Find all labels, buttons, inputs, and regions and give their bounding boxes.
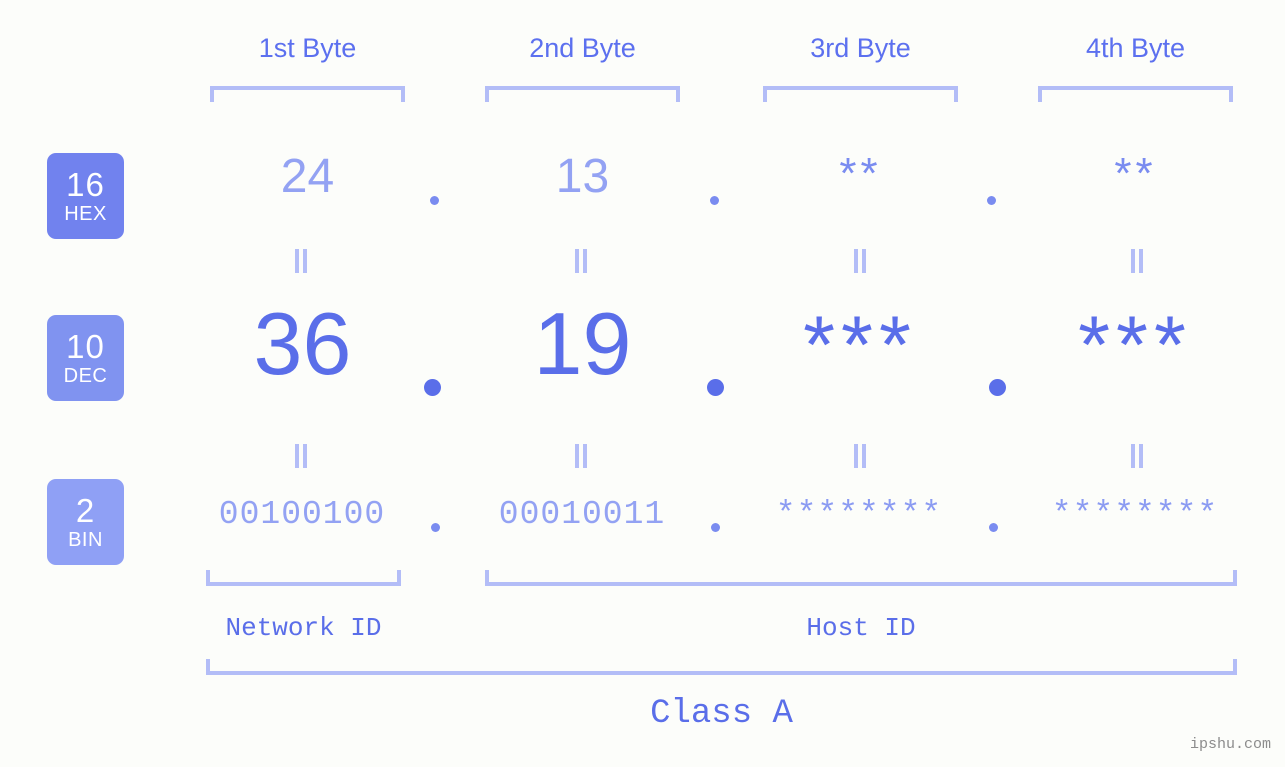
byte-header-1: 1st Byte [258, 33, 357, 63]
class-bracket [206, 659, 1237, 675]
hex-separator-1 [430, 196, 439, 205]
byte-header-3: 3rd Byte [810, 33, 911, 63]
hex-byte-3-value: ** [839, 149, 882, 198]
equals-mark-dec-bin-4 [1130, 444, 1144, 468]
dec-byte-3-value: *** [803, 300, 917, 391]
equals-mark-hex-dec-4 [1130, 249, 1144, 273]
radix-badge-bin: 2 BIN [47, 479, 124, 565]
watermark: ipshu.com [1189, 736, 1271, 753]
bin-byte-4-value: ******** [1051, 496, 1219, 533]
hex-byte-1-value: 24 [280, 150, 335, 203]
dec-byte-4-value: *** [1078, 300, 1192, 391]
radix-badge-dec-number: 10 [66, 328, 105, 365]
equals-mark-dec-bin-2 [574, 444, 588, 468]
hex-separator-3 [987, 196, 996, 205]
byte-bracket-4 [1038, 86, 1233, 102]
radix-badge-hex-name: HEX [64, 203, 107, 225]
equals-mark-hex-dec-1 [294, 249, 308, 273]
hex-separator-2 [710, 196, 719, 205]
hex-byte-2-value: 13 [555, 150, 610, 203]
radix-badge-bin-name: BIN [68, 529, 103, 551]
equals-mark-hex-dec-2 [574, 249, 588, 273]
bin-byte-3-value: ******** [775, 496, 943, 533]
dec-byte-1-value: 36 [253, 294, 352, 393]
equals-mark-dec-bin-3 [853, 444, 867, 468]
byte-bracket-3 [763, 86, 958, 102]
bin-byte-2-value: 00010011 [498, 496, 666, 533]
host-id-label: Host ID [806, 613, 916, 643]
ip-byte-breakdown-diagram: 1st Byte 2nd Byte 3rd Byte 4th Byte 16 H… [0, 0, 1285, 767]
byte-header-2: 2nd Byte [529, 33, 636, 63]
equals-mark-dec-bin-1 [294, 444, 308, 468]
radix-badge-hex: 16 HEX [47, 153, 124, 239]
radix-badge-hex-number: 16 [66, 166, 105, 203]
dec-separator-3 [989, 379, 1006, 396]
class-label: Class A [650, 695, 793, 733]
radix-badge-bin-number: 2 [75, 492, 96, 529]
bin-separator-1 [431, 523, 440, 532]
radix-badge-dec-name: DEC [63, 365, 108, 387]
bin-separator-2 [711, 523, 720, 532]
hex-byte-4-value: ** [1114, 149, 1157, 198]
bin-byte-1-value: 00100100 [218, 496, 386, 533]
network-id-label: Network ID [225, 613, 382, 643]
host-id-bracket [485, 570, 1237, 586]
dec-separator-1 [424, 379, 441, 396]
dec-separator-2 [707, 379, 724, 396]
network-id-bracket [206, 570, 401, 586]
radix-badge-dec: 10 DEC [47, 315, 124, 401]
byte-bracket-2 [485, 86, 680, 102]
byte-header-4: 4th Byte [1085, 33, 1186, 63]
dec-byte-2-value: 19 [533, 294, 632, 393]
byte-bracket-1 [210, 86, 405, 102]
bin-separator-3 [989, 523, 998, 532]
equals-mark-hex-dec-3 [853, 249, 867, 273]
